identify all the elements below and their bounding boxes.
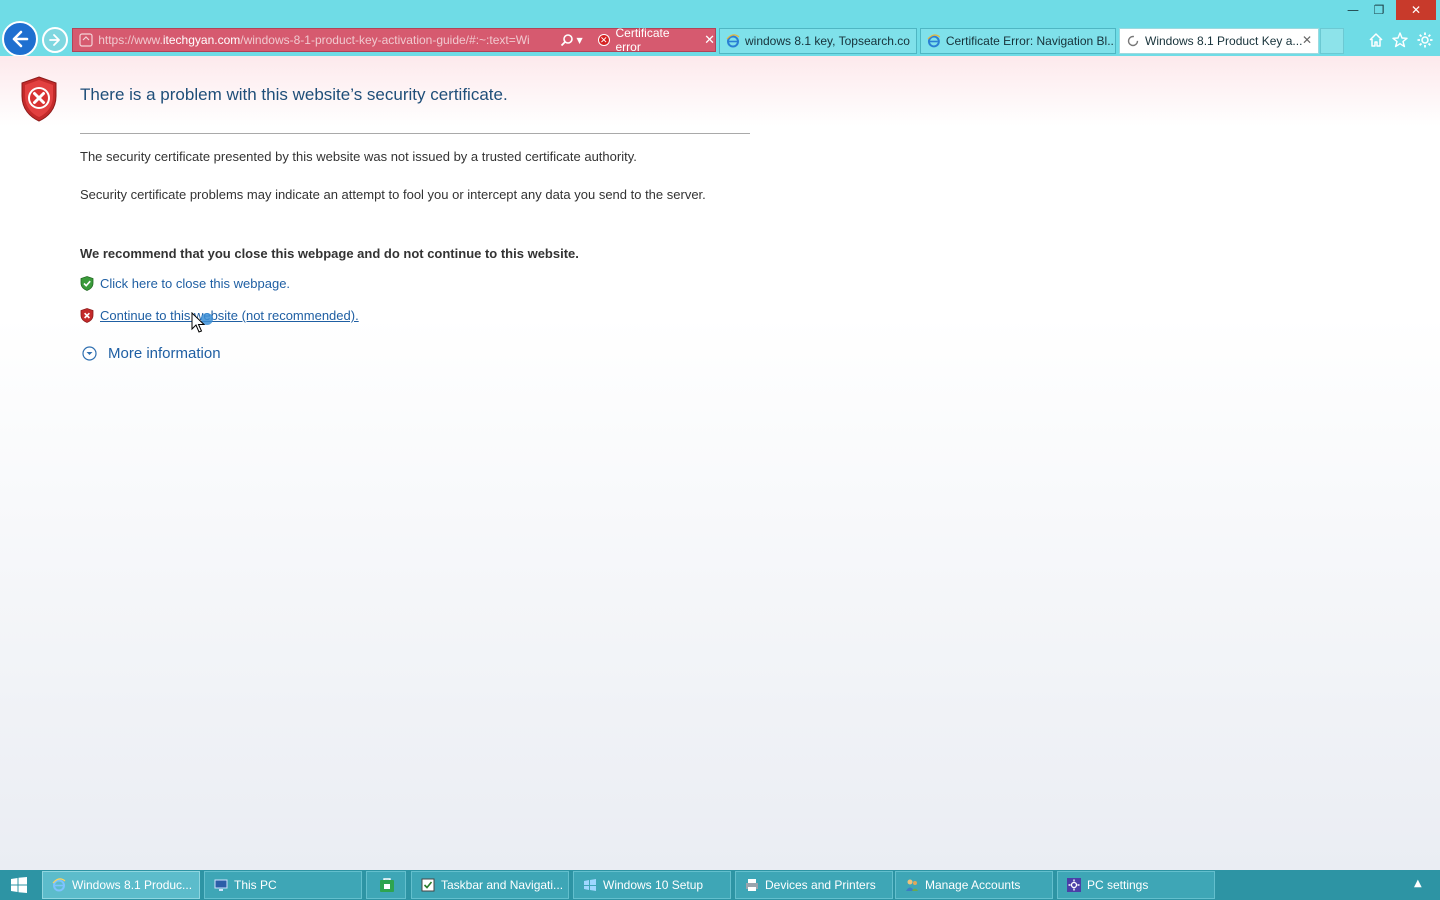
maximize-button[interactable]: ❐: [1362, 0, 1396, 20]
error-icon: ✕: [598, 34, 610, 46]
close-icon[interactable]: ✕: [704, 32, 715, 48]
taskbar-item-taskbar-properties[interactable]: Taskbar and Navigati...: [411, 871, 569, 899]
recommendation-text: We recommend that you close this webpage…: [80, 246, 579, 261]
close-webpage-link[interactable]: Click here to close this webpage.: [100, 276, 290, 291]
tab-topsearch[interactable]: windows 8.1 key, Topsearch.co: [719, 28, 917, 54]
taskbar-item-this-pc[interactable]: This PC: [204, 871, 362, 899]
page-content: There is a problem with this website’s s…: [0, 56, 1440, 870]
close-webpage-row[interactable]: Click here to close this webpage.: [80, 276, 290, 291]
forward-arrow-icon: [49, 34, 60, 46]
setup-icon: [582, 877, 598, 893]
printer-icon: [744, 877, 760, 893]
taskbar-item-label: Devices and Printers: [765, 878, 876, 892]
address-bar[interactable]: https://www.itechgyan.com/windows-8-1-pr…: [72, 26, 716, 54]
this-pc-icon: [213, 877, 229, 893]
taskbar-item-ie[interactable]: Windows 8.1 Produc...: [42, 871, 200, 899]
url-prefix: https://www.: [98, 33, 163, 47]
close-window-button[interactable]: ✕: [1396, 0, 1436, 20]
taskbar-item-manage-accounts[interactable]: Manage Accounts: [895, 871, 1053, 899]
mouse-cursor-icon: [191, 312, 213, 333]
browser-toolbar: — ❐ ✕ https://www.itechgyan.com/windows-…: [0, 0, 1440, 57]
new-tab-button[interactable]: [1320, 28, 1344, 54]
taskbar-item-label: Windows 8.1 Produc...: [72, 878, 193, 892]
ie-icon: [51, 877, 67, 893]
back-arrow-icon: [12, 30, 29, 48]
divider: [80, 133, 750, 134]
ie-icon: [927, 34, 941, 48]
page-title: There is a problem with this website’s s…: [80, 85, 508, 104]
green-shield-icon: [80, 276, 94, 291]
taskbar-item-store[interactable]: [366, 871, 406, 899]
url-host: itechgyan.com: [162, 33, 241, 47]
accounts-icon: [904, 877, 920, 893]
certificate-error-badge[interactable]: ✕ Certificate error: [594, 26, 698, 54]
taskbar-item-windows-10-setup[interactable]: Windows 10 Setup: [573, 871, 731, 899]
forward-button[interactable]: [42, 27, 68, 53]
gear-icon[interactable]: [1415, 30, 1435, 50]
tab-title: Certificate Error: Navigation Bl...: [945, 34, 1115, 48]
gear-icon: [1066, 877, 1082, 893]
windows-logo-icon: [11, 877, 27, 893]
taskbar-item-label: PC settings: [1087, 878, 1149, 892]
favorites-star-icon[interactable]: [1390, 30, 1410, 50]
taskbar-item-devices-printers[interactable]: Devices and Printers: [735, 871, 893, 899]
expand-chevron-icon: [82, 346, 97, 361]
taskbar: Windows 8.1 Produc... This PC Taskbar an…: [0, 870, 1440, 900]
certificate-error-label: Certificate error: [615, 26, 670, 54]
warning-text: Security certificate problems may indica…: [80, 187, 706, 202]
chevron-down-icon[interactable]: ▼: [576, 36, 586, 45]
taskbar-item-label: Taskbar and Navigati...: [441, 878, 564, 892]
page-icon: [77, 31, 94, 49]
tab-title: Windows 8.1 Product Key a...: [1145, 34, 1303, 48]
taskbar-properties-icon: [420, 877, 436, 893]
search-icon[interactable]: [559, 32, 574, 48]
url-path: /windows-8-1-product-key-activation-guid…: [240, 33, 530, 47]
loading-spinner-icon: [1127, 35, 1139, 47]
ie-icon: [726, 34, 740, 48]
store-icon: [379, 877, 395, 893]
close-tab-icon[interactable]: ✕: [1302, 33, 1312, 47]
taskbar-item-pc-settings[interactable]: PC settings: [1057, 871, 1215, 899]
taskbar-item-label: This PC: [234, 878, 277, 892]
tab-windows-product-key[interactable]: Windows 8.1 Product Key a... ✕: [1119, 28, 1319, 54]
tab-title: windows 8.1 key, Topsearch.co: [745, 34, 910, 48]
url-text[interactable]: https://www.itechgyan.com/windows-8-1-pr…: [98, 33, 553, 47]
taskbar-item-label: Windows 10 Setup: [603, 878, 704, 892]
back-button[interactable]: [2, 21, 38, 57]
more-information-link[interactable]: More information: [108, 345, 221, 362]
error-shield-icon: [21, 76, 57, 122]
explanation-text: The security certificate presented by th…: [80, 149, 637, 164]
continue-website-link[interactable]: Continue to this website (not recommende…: [100, 308, 359, 323]
taskbar-item-label: Manage Accounts: [925, 878, 1021, 892]
start-button[interactable]: [8, 876, 30, 894]
show-hidden-icons-chevron[interactable]: ▲: [1414, 878, 1422, 889]
red-shield-icon: [80, 308, 94, 323]
home-icon[interactable]: [1366, 30, 1386, 50]
tab-certificate-error[interactable]: Certificate Error: Navigation Bl...: [920, 28, 1116, 54]
more-information-row[interactable]: More information: [82, 345, 221, 362]
